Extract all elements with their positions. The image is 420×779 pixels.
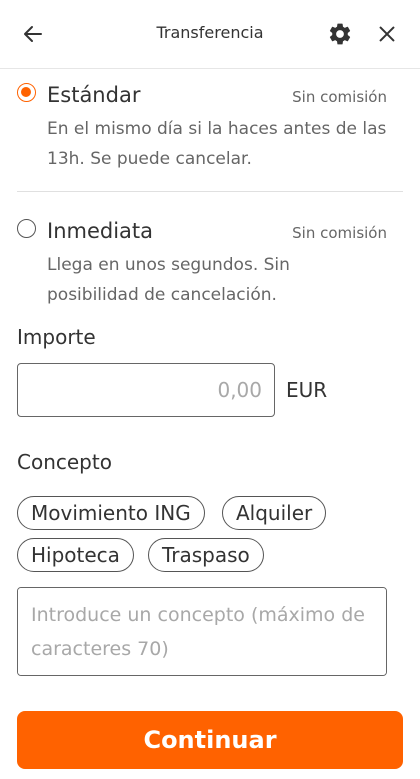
back-button[interactable] bbox=[17, 18, 49, 50]
continue-button[interactable]: Continuar bbox=[17, 711, 403, 769]
option-standard[interactable]: Estándar Sin comisión En el mismo día si… bbox=[17, 80, 387, 190]
option-title: Estándar bbox=[47, 83, 141, 107]
concept-chip-hipoteca[interactable]: Hipoteca bbox=[17, 538, 134, 572]
amount-input[interactable] bbox=[17, 363, 275, 417]
arrow-left-icon bbox=[24, 26, 42, 42]
divider bbox=[17, 191, 403, 192]
radio-instant[interactable] bbox=[17, 219, 36, 238]
radio-standard[interactable] bbox=[17, 83, 36, 102]
amount-label: Importe bbox=[17, 325, 96, 349]
option-title: Inmediata bbox=[47, 219, 154, 243]
concept-label: Concepto bbox=[17, 450, 112, 474]
option-fee: Sin comisión bbox=[292, 88, 387, 106]
page-title: Transferencia bbox=[156, 23, 264, 42]
option-instant[interactable]: Inmediata Sin comisión Llega en unos seg… bbox=[17, 216, 387, 326]
transfer-screen: Transferencia Estándar Sin comisión En e… bbox=[0, 0, 420, 779]
option-description: Llega en unos segundos. Sin posibilidad … bbox=[47, 255, 290, 305]
close-icon bbox=[379, 26, 395, 42]
concept-input[interactable] bbox=[17, 587, 387, 676]
close-button[interactable] bbox=[371, 18, 403, 50]
settings-button[interactable] bbox=[324, 18, 356, 50]
concept-chip-movimiento-ing[interactable]: Movimiento ING bbox=[17, 496, 205, 530]
gear-icon bbox=[329, 23, 351, 45]
option-fee: Sin comisión bbox=[292, 224, 387, 242]
option-description: En el mismo día si la haces antes de las… bbox=[47, 119, 387, 169]
currency-label: EUR bbox=[286, 378, 328, 402]
concept-chip-traspaso[interactable]: Traspaso bbox=[148, 538, 264, 572]
header-bar: Transferencia bbox=[0, 0, 420, 69]
concept-chip-alquiler[interactable]: Alquiler bbox=[222, 496, 327, 530]
